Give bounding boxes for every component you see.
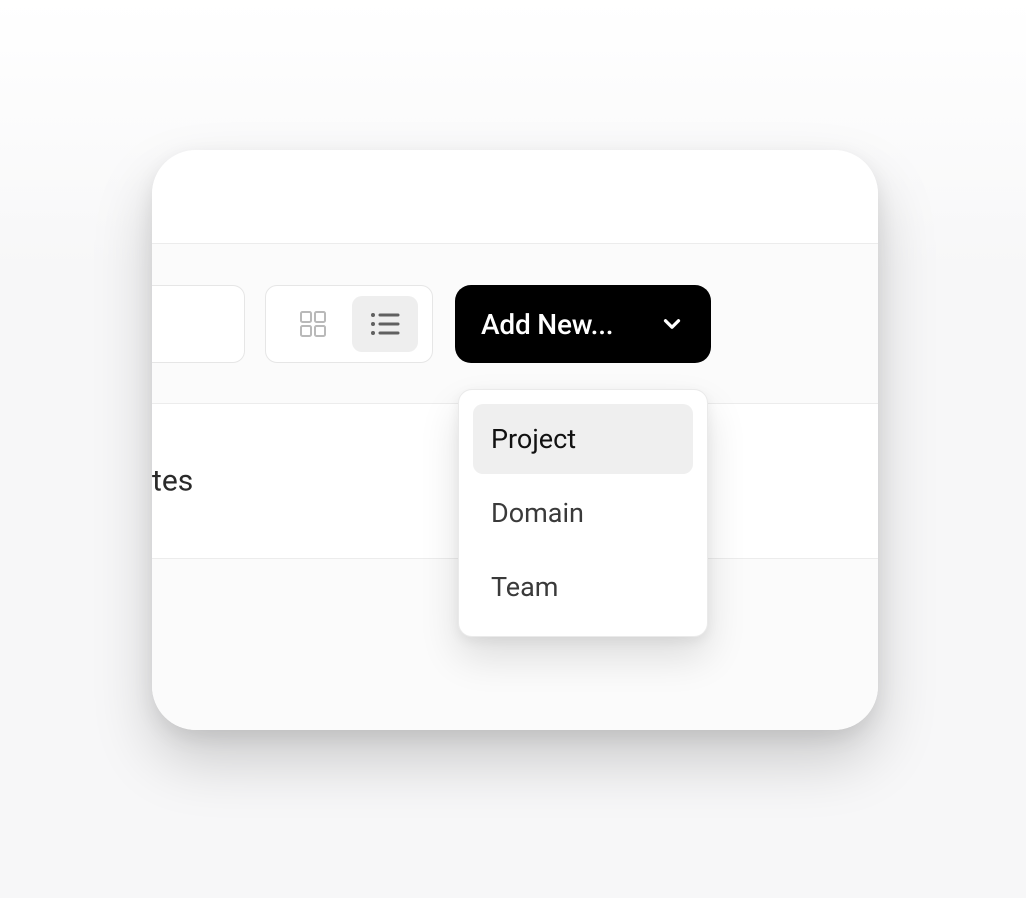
main-card: Add New... tes Project Domain Team [152, 150, 878, 730]
section-label-truncated: tes [152, 464, 193, 499]
list-icon [368, 308, 402, 340]
dropdown-item-label: Team [491, 571, 559, 603]
grid-icon [297, 308, 329, 340]
dropdown-item-project[interactable]: Project [473, 404, 693, 474]
dropdown-item-label: Domain [491, 497, 584, 529]
dropdown-item-team[interactable]: Team [473, 552, 693, 622]
chevron-down-icon [659, 311, 685, 337]
dropdown-item-label: Project [491, 423, 576, 455]
add-new-button[interactable]: Add New... [455, 285, 711, 363]
grid-view-button[interactable] [280, 296, 346, 352]
view-toggle-group [265, 285, 433, 363]
dropdown-item-domain[interactable]: Domain [473, 478, 693, 548]
add-new-label: Add New... [481, 308, 613, 341]
list-view-button[interactable] [352, 296, 418, 352]
search-input-truncated[interactable] [152, 285, 245, 363]
toolbar: Add New... [152, 243, 878, 403]
card-top-spacer [152, 150, 878, 243]
add-new-dropdown: Project Domain Team [458, 389, 708, 637]
